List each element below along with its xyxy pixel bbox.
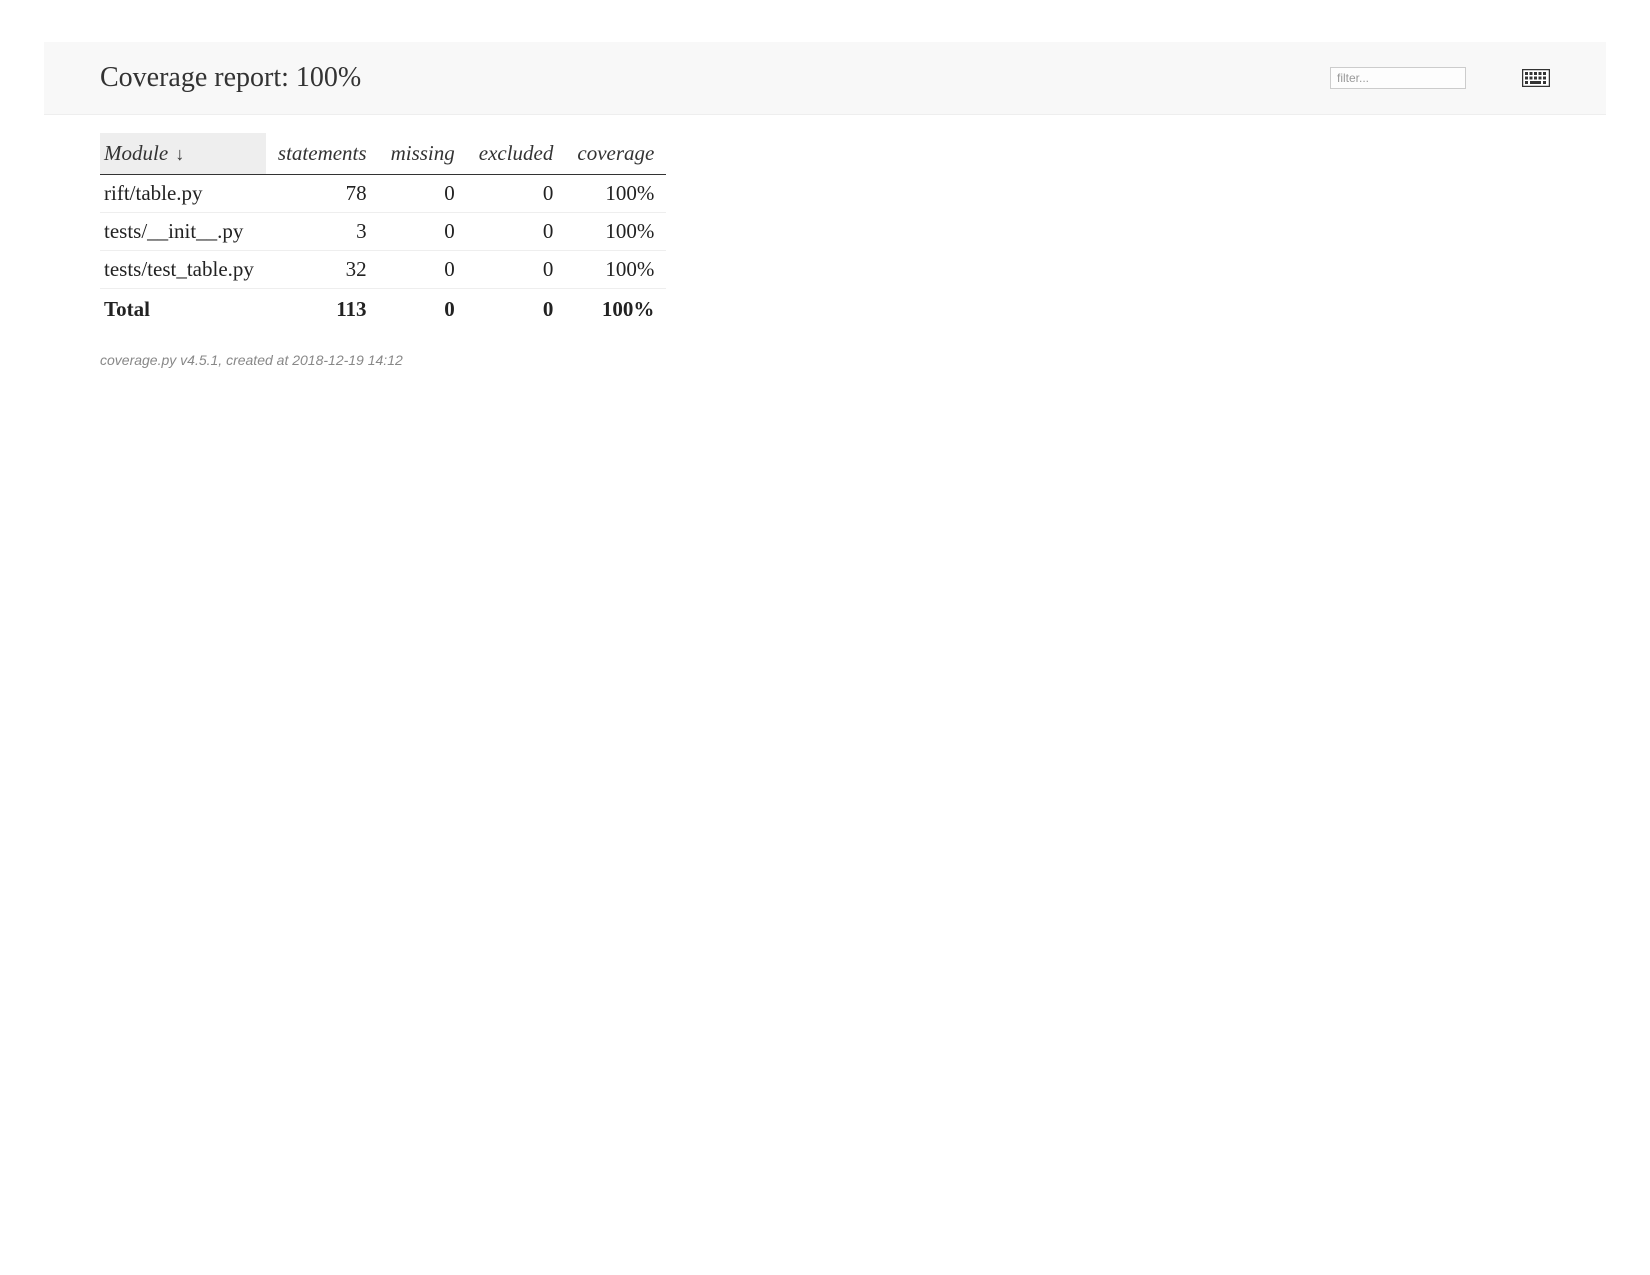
- coverage-cell: 100%: [565, 251, 666, 289]
- header-controls: [1330, 67, 1550, 89]
- table-row: tests/test_table.py 32 0 0 100%: [100, 251, 666, 289]
- table-row: tests/__init__.py 3 0 0 100%: [100, 213, 666, 251]
- keyboard-icon[interactable]: [1522, 69, 1550, 87]
- module-link[interactable]: tests/__init__.py: [104, 219, 243, 243]
- total-excluded: 0: [467, 289, 566, 329]
- column-header-excluded[interactable]: excluded: [467, 133, 566, 175]
- coverage-table: Module ↓ statements missing excluded cov…: [100, 133, 666, 328]
- column-header-module[interactable]: Module ↓: [100, 133, 266, 175]
- total-statements: 113: [266, 289, 379, 329]
- total-label: Total: [100, 289, 266, 329]
- missing-cell: 0: [379, 213, 467, 251]
- table-row: rift/table.py 78 0 0 100%: [100, 175, 666, 213]
- missing-cell: 0: [379, 251, 467, 289]
- total-coverage: 100%: [565, 289, 666, 329]
- column-header-missing[interactable]: missing: [379, 133, 467, 175]
- module-cell: tests/__init__.py: [100, 213, 266, 251]
- column-header-coverage[interactable]: coverage: [565, 133, 666, 175]
- statements-cell: 32: [266, 251, 379, 289]
- excluded-cell: 0: [467, 213, 566, 251]
- page-footer: coverage.py v4.5.1, created at 2018-12-1…: [0, 328, 1650, 392]
- excluded-cell: 0: [467, 251, 566, 289]
- column-label: Module: [104, 141, 168, 165]
- filter-input[interactable]: [1330, 67, 1466, 89]
- column-header-statements[interactable]: statements: [266, 133, 379, 175]
- statements-cell: 3: [266, 213, 379, 251]
- page-title: Coverage report: 100%: [100, 62, 361, 94]
- module-link[interactable]: tests/test_table.py: [104, 257, 254, 281]
- footer-text: coverage.py v4.5.1, created at 2018-12-1…: [100, 352, 403, 368]
- main-content: Module ↓ statements missing excluded cov…: [0, 133, 1650, 328]
- coverage-cell: 100%: [565, 175, 666, 213]
- module-cell: rift/table.py: [100, 175, 266, 213]
- module-link[interactable]: rift/table.py: [104, 181, 203, 205]
- sort-down-icon: ↓: [175, 144, 184, 164]
- statements-cell: 78: [266, 175, 379, 213]
- missing-cell: 0: [379, 175, 467, 213]
- coverage-cell: 100%: [565, 213, 666, 251]
- table-total-row: Total 113 0 0 100%: [100, 289, 666, 329]
- total-missing: 0: [379, 289, 467, 329]
- page-header: Coverage report: 100%: [44, 42, 1606, 115]
- module-cell: tests/test_table.py: [100, 251, 266, 289]
- excluded-cell: 0: [467, 175, 566, 213]
- table-header-row: Module ↓ statements missing excluded cov…: [100, 133, 666, 175]
